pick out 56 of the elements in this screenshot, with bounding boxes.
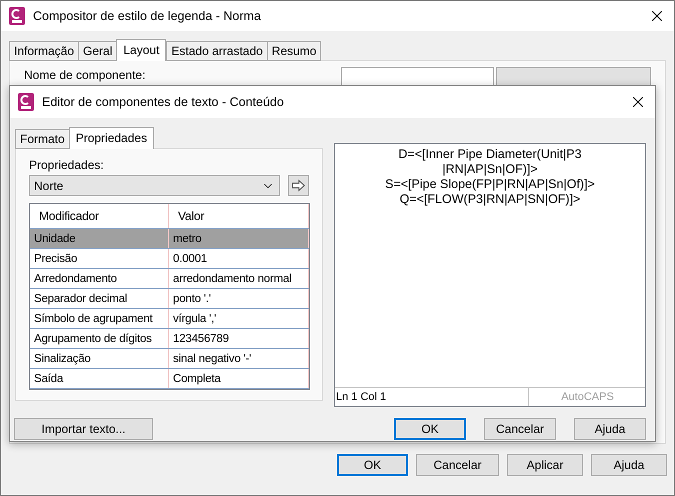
tab[interactable]: Informação <box>9 41 80 61</box>
table-cell: 0.0001 <box>169 249 309 268</box>
table-row[interactable]: Agrupamento de dígitos 123456789 <box>30 329 309 349</box>
table-cell: Precisão <box>30 249 169 268</box>
table-row[interactable]: Símbolo de agrupament vírgula ',' <box>30 309 309 329</box>
table-cell: Arredondamento <box>30 269 169 288</box>
table-cell: Agrupamento de dígitos <box>30 329 169 348</box>
text-line: S=<[Pipe Slope(FP|P|RN|AP|Sn|Of)]> <box>385 177 595 192</box>
tab[interactable]: Geral <box>78 41 118 61</box>
properties-dropdown[interactable]: Norte <box>29 175 280 196</box>
table-cell: Unidade <box>30 229 169 248</box>
dialog-button[interactable]: OK <box>337 454 408 476</box>
dialog-button[interactable]: Aplicar <box>507 454 583 476</box>
table-cell: metro <box>169 229 309 248</box>
table-row[interactable]: Separador decimal ponto '.' <box>30 289 309 309</box>
dialog-button[interactable]: OK <box>394 418 466 440</box>
text-editor[interactable]: D=<[Inner Pipe Diameter(Unit|P3 |RN|AP|Sn|OF)]> S=<[Pipe Slope(FP|P|RN|AP|Sn|Of)]> Q=<[FLOW(P3|RN|AP|SN|OF)]> Ln 1 Col 1 AutoCAPS <box>334 143 646 407</box>
column-header: Valor <box>169 204 309 228</box>
text-line: D=<[Inner Pipe Diameter(Unit|P3 <box>398 147 582 162</box>
import-text-button[interactable]: Importar texto... <box>14 418 153 440</box>
text-line: |RN|AP|Sn|OF)]> <box>442 162 538 177</box>
text-line: Q=<[FLOW(P3|RN|AP|SN|OF)]> <box>400 192 580 207</box>
table-row[interactable]: Unidade metro <box>30 229 309 249</box>
table-cell: 123456789 <box>169 329 309 348</box>
table-row[interactable]: Precisão 0.0001 <box>30 249 309 269</box>
dialog-button[interactable]: Cancelar <box>416 454 499 476</box>
window-title: Compositor de estilo de legenda - Norma <box>33 9 262 23</box>
arrow-right-icon[interactable] <box>288 175 309 196</box>
table-cell: arredondamento normal <box>169 269 309 288</box>
app-icon <box>18 93 34 111</box>
table-cell: ponto '.' <box>169 289 309 308</box>
dialog-button[interactable]: Ajuda <box>574 418 646 440</box>
dialog-title: Editor de componentes de texto - Conteúdo <box>42 95 285 109</box>
table-row[interactable]: Sinalização sinal negativo '-' <box>30 349 309 369</box>
table-cell: Separador decimal <box>30 289 169 308</box>
tab[interactable]: Formato <box>15 129 70 149</box>
column-header: Modificador <box>30 204 169 228</box>
table-cell: sinal negativo '-' <box>169 349 309 368</box>
tab[interactable]: Layout <box>116 39 166 61</box>
tab[interactable]: Resumo <box>266 41 322 61</box>
table-cell: vírgula ',' <box>169 309 309 328</box>
table-row[interactable]: Saída Completa <box>30 369 309 389</box>
tab[interactable]: Propriedades <box>68 127 154 149</box>
component-name-label: Nome de componente: <box>24 67 146 82</box>
tab[interactable]: Estado arrastado <box>166 41 268 61</box>
table-cell: Completa <box>169 369 309 388</box>
dialog-button[interactable]: Ajuda <box>591 454 667 476</box>
table-cell: Símbolo de agrupament <box>30 309 169 328</box>
table-row[interactable]: Arredondamento arredondamento normal <box>30 269 309 289</box>
table-cell: Saída <box>30 369 169 388</box>
table-cell: Sinalização <box>30 349 169 368</box>
cursor-position: Ln 1 Col 1 <box>335 390 388 405</box>
app-icon <box>9 7 25 25</box>
autocaps-status: AutoCAPS <box>528 388 645 406</box>
dialog-button[interactable]: Cancelar <box>484 418 556 440</box>
properties-label: Propriedades: <box>29 158 105 172</box>
